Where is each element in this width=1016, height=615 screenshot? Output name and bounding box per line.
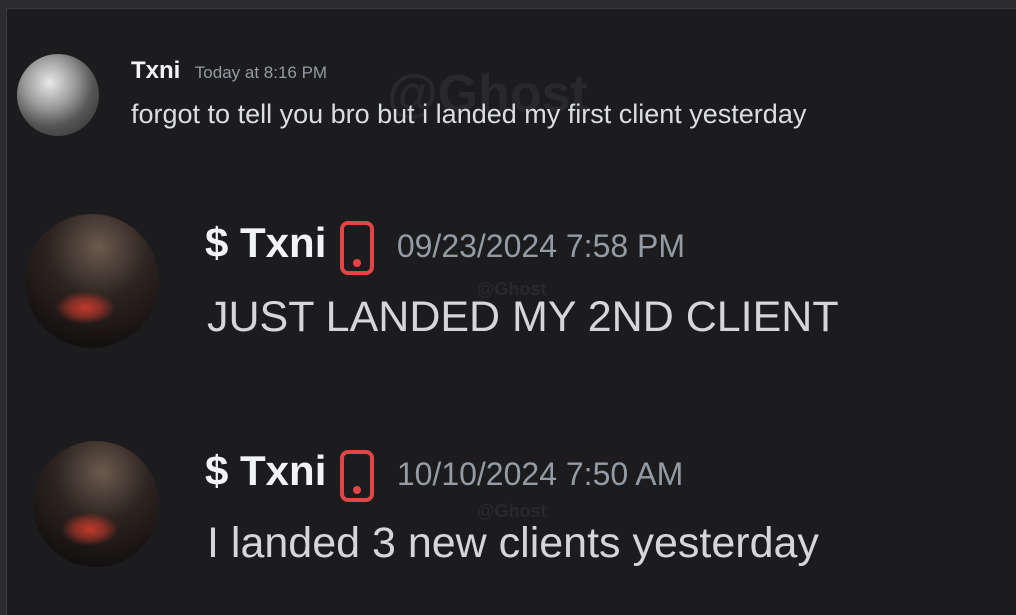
user-avatar[interactable]: [25, 214, 159, 348]
message-timestamp[interactable]: 10/10/2024 7:50 AM: [397, 456, 683, 492]
mobile-phone-icon: [340, 220, 375, 275]
message-header: Txni Today at 8:16 PM: [131, 57, 327, 85]
username[interactable]: Txni: [131, 57, 180, 84]
message-text: JUST LANDED MY 2ND CLIENT: [207, 293, 839, 341]
message-text: I landed 3 new clients yesterday: [207, 519, 819, 567]
user-avatar[interactable]: [17, 54, 99, 136]
message-timestamp[interactable]: Today at 8:16 PM: [195, 63, 327, 82]
message-text: forgot to tell you bro but i landed my f…: [131, 99, 807, 129]
chat-panel: @Ghost @Ghost @Ghost Txni Today at 8:16 …: [6, 8, 1016, 615]
username[interactable]: $ Txni: [205, 447, 326, 494]
message-timestamp[interactable]: 09/23/2024 7:58 PM: [397, 228, 685, 264]
message-header: $ Txni 10/10/2024 7:50 AM: [205, 447, 683, 502]
message-header: $ Txni 09/23/2024 7:58 PM: [205, 219, 685, 275]
username[interactable]: $ Txni: [205, 219, 326, 266]
mobile-phone-icon: [340, 449, 375, 502]
user-avatar[interactable]: [33, 441, 159, 567]
